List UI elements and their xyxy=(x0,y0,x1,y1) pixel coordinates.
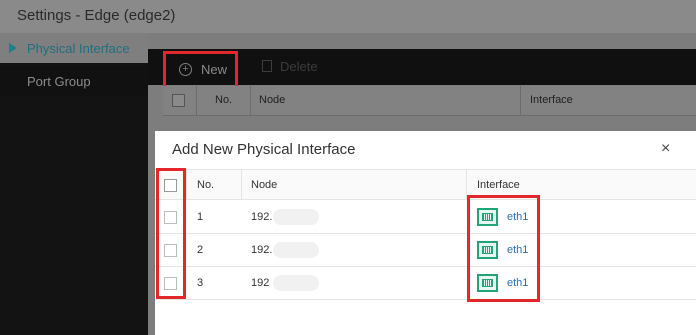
table-row[interactable]: 1 192. eth1 xyxy=(155,200,696,234)
window-titlebar: Settings - Edge (edge2) xyxy=(0,0,696,33)
column-header-no: No. xyxy=(197,178,215,191)
sidebar-item-physical-interface[interactable]: Physical Interface xyxy=(0,33,148,63)
column-header-no: No. xyxy=(215,94,233,106)
column-header-node: Node xyxy=(251,178,278,191)
table-row[interactable]: 3 192 eth1 xyxy=(155,267,696,300)
node-address: 192 xyxy=(251,277,270,289)
background-table-header: No. Node Interface xyxy=(163,86,696,116)
redacted-address xyxy=(273,208,319,225)
delete-button[interactable]: Delete xyxy=(262,59,318,74)
column-divider xyxy=(186,170,187,199)
column-divider xyxy=(241,170,242,199)
row-number: 3 xyxy=(197,277,204,289)
new-button[interactable]: + New xyxy=(163,51,238,89)
window-title: Settings - Edge (edge2) xyxy=(17,7,176,24)
redacted-address xyxy=(273,242,319,258)
close-icon[interactable]: × xyxy=(661,140,670,158)
checkbox-column-highlight xyxy=(156,168,186,299)
trash-icon xyxy=(262,60,272,72)
node-address: 192. xyxy=(251,210,273,223)
sidebar-item-label: Physical Interface xyxy=(27,41,130,56)
row-number: 2 xyxy=(197,244,204,256)
dialog-title: Add New Physical Interface xyxy=(172,141,356,158)
triangle-right-icon xyxy=(9,43,17,53)
sidebar: Physical Interface Port Group xyxy=(0,33,148,335)
new-button-label: New xyxy=(201,62,228,77)
plus-circle-icon: + xyxy=(179,63,192,76)
sidebar-item-label: Port Group xyxy=(27,74,91,89)
interface-column-highlight xyxy=(467,195,540,302)
table-row[interactable]: 2 192. eth1 xyxy=(155,234,696,267)
delete-button-label: Delete xyxy=(280,59,318,74)
column-divider xyxy=(250,86,251,116)
add-physical-interface-dialog: Add New Physical Interface × No. Node In… xyxy=(155,131,696,335)
column-divider xyxy=(196,86,197,116)
column-header-node: Node xyxy=(259,94,286,106)
select-all-checkbox[interactable] xyxy=(172,94,185,107)
row-number: 1 xyxy=(197,210,204,223)
column-divider xyxy=(520,86,521,116)
node-address: 192. xyxy=(251,244,273,256)
column-header-interface: Interface xyxy=(530,94,573,106)
sidebar-item-port-group[interactable]: Port Group xyxy=(0,66,148,96)
column-header-interface: Interface xyxy=(477,178,520,191)
table-header-row: No. Node Interface xyxy=(155,169,696,200)
redacted-address xyxy=(273,275,319,291)
